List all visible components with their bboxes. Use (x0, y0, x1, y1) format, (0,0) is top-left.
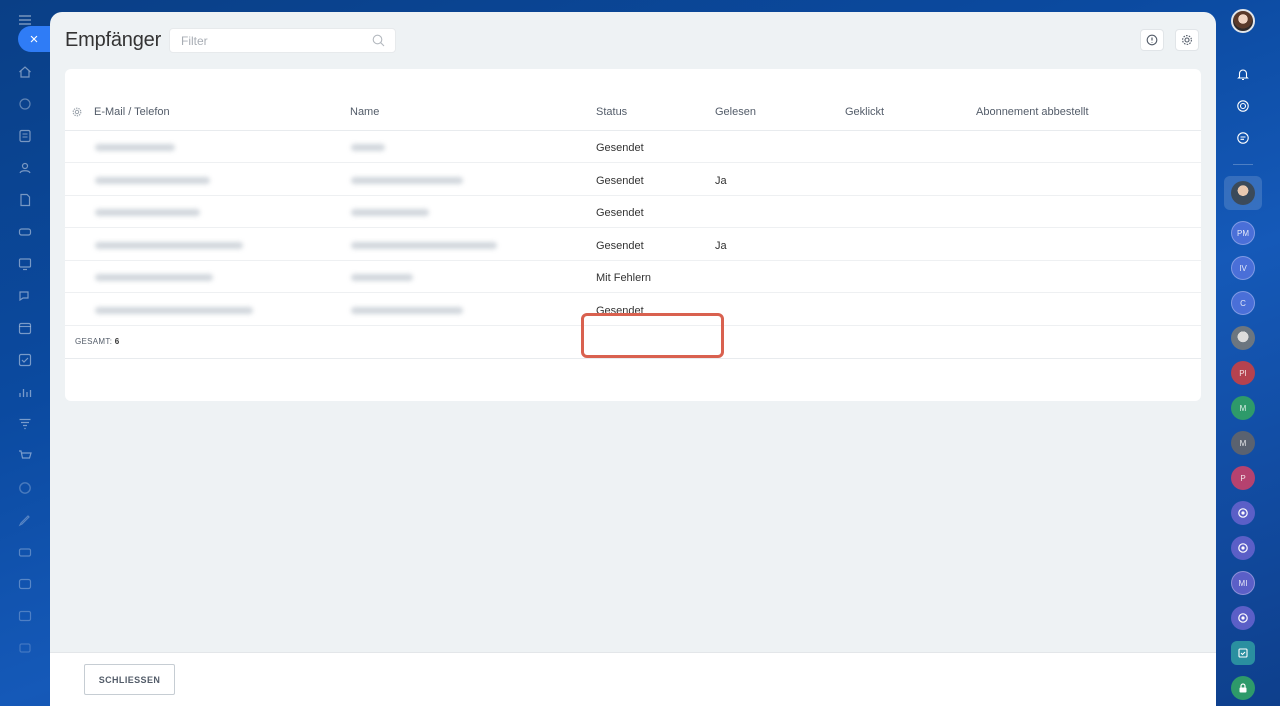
redacted-email (95, 177, 210, 184)
gear-icon (1182, 35, 1192, 45)
page-title: Empfänger (65, 29, 162, 51)
groups-icon[interactable] (17, 544, 33, 560)
read-cell: Ja (715, 240, 727, 252)
checkbox-icon[interactable] (17, 352, 33, 368)
calendar2-icon[interactable] (17, 608, 33, 624)
table-row[interactable]: Gesendet (65, 196, 1201, 228)
table-row[interactable]: Mit Fehlern (65, 261, 1201, 293)
search-icon[interactable] (372, 34, 385, 47)
slider-header: Empfänger (50, 12, 1216, 68)
left-sidebar (0, 0, 50, 706)
column-header-unsubscribed[interactable]: Abonnement abbestellt (976, 106, 1089, 118)
redacted-email (95, 144, 175, 151)
divider (1233, 164, 1253, 165)
info-button[interactable] (1140, 29, 1164, 51)
redacted-email (95, 242, 243, 249)
drive-icon[interactable] (17, 224, 33, 240)
tasks-chat-icon[interactable] (1231, 641, 1255, 665)
funnel-icon[interactable] (17, 416, 33, 432)
marketing-icon[interactable] (17, 480, 33, 496)
search-input[interactable] (181, 34, 361, 48)
close-slider-button[interactable]: × (18, 26, 54, 52)
feed-icon[interactable] (17, 96, 33, 112)
column-settings-icon[interactable] (72, 107, 82, 117)
redacted-email (95, 209, 200, 216)
sites-icon[interactable] (17, 256, 33, 272)
contact-avatar-photo[interactable] (1231, 181, 1255, 205)
total-value: 6 (114, 337, 120, 346)
redacted-name (351, 144, 385, 151)
status-cell: Gesendet (596, 142, 644, 154)
contacts-icon[interactable] (17, 160, 33, 176)
docs-icon[interactable] (17, 192, 33, 208)
recipients-slider: Empfänger E-Mail (50, 12, 1216, 706)
table-row[interactable]: Gesendet (65, 131, 1201, 163)
status-cell-error: Mit Fehlern (596, 272, 652, 284)
redacted-name (351, 177, 463, 184)
home-icon[interactable] (17, 64, 33, 80)
redacted-name (351, 209, 429, 216)
column-header-name[interactable]: Name (350, 106, 379, 118)
sign-icon[interactable] (17, 512, 33, 528)
column-header-clicked[interactable]: Geklickt (845, 106, 884, 118)
contact-avatar-iv[interactable]: IV (1231, 256, 1255, 280)
more-icon[interactable] (17, 640, 33, 656)
column-header-status[interactable]: Status (596, 106, 627, 118)
status-cell: Gesendet (596, 207, 644, 219)
inbox-icon[interactable] (17, 576, 33, 592)
calendar-icon[interactable] (17, 320, 33, 336)
chat-icon[interactable] (17, 288, 33, 304)
filter-box[interactable] (169, 28, 396, 53)
redacted-email (95, 307, 253, 314)
table-row[interactable]: Gesendet Ja (65, 229, 1201, 261)
redacted-name (351, 274, 413, 281)
cart-icon[interactable] (17, 448, 33, 464)
error-highlight-frame (581, 313, 724, 358)
column-header-read[interactable]: Gelesen (715, 106, 756, 118)
column-header-email[interactable]: E-Mail / Telefon (94, 106, 170, 118)
notifications-icon[interactable] (1231, 62, 1255, 86)
copilot-chat-icon[interactable] (1231, 606, 1255, 630)
table-header: E-Mail / Telefon Name Status Gelesen Gek… (65, 102, 1201, 131)
tasks-icon[interactable] (17, 128, 33, 144)
contact-avatar-p[interactable]: P (1231, 466, 1255, 490)
contact-avatar-pm[interactable]: PM (1231, 221, 1255, 245)
contact-avatar-photo2[interactable] (1231, 326, 1255, 350)
recipients-grid: E-Mail / Telefon Name Status Gelesen Gek… (65, 69, 1201, 401)
redacted-email (95, 274, 213, 281)
copilot-chat-icon[interactable] (1231, 536, 1255, 560)
total-count: GESAMT: 6 (75, 337, 120, 346)
close-icon: × (29, 30, 39, 48)
contact-avatar-c[interactable]: C (1231, 291, 1255, 315)
contact-avatar-m2[interactable]: M (1231, 431, 1255, 455)
user-avatar[interactable] (1231, 9, 1255, 33)
slider-footer: SCHLIESSEN (50, 652, 1216, 706)
total-label: GESAMT: (75, 337, 113, 346)
contact-avatar-m[interactable]: M (1231, 396, 1255, 420)
copilot-chat-icon[interactable] (1231, 501, 1255, 525)
status-cell: Gesendet (596, 175, 644, 187)
redacted-name (351, 242, 497, 249)
analytics-icon[interactable] (17, 384, 33, 400)
contact-avatar-pi[interactable]: PI (1231, 361, 1255, 385)
status-cell: Gesendet (596, 240, 644, 252)
messenger-icon[interactable] (1231, 126, 1255, 150)
read-cell: Ja (715, 175, 727, 187)
copilot-icon[interactable] (1231, 94, 1255, 118)
lock-icon[interactable] (1231, 676, 1255, 700)
redacted-name (351, 307, 463, 314)
contact-avatar-mi[interactable]: MI (1231, 571, 1255, 595)
close-button[interactable]: SCHLIESSEN (84, 664, 175, 695)
info-icon (1146, 34, 1158, 46)
settings-button[interactable] (1175, 29, 1199, 51)
table-row[interactable]: Gesendet Ja (65, 164, 1201, 196)
